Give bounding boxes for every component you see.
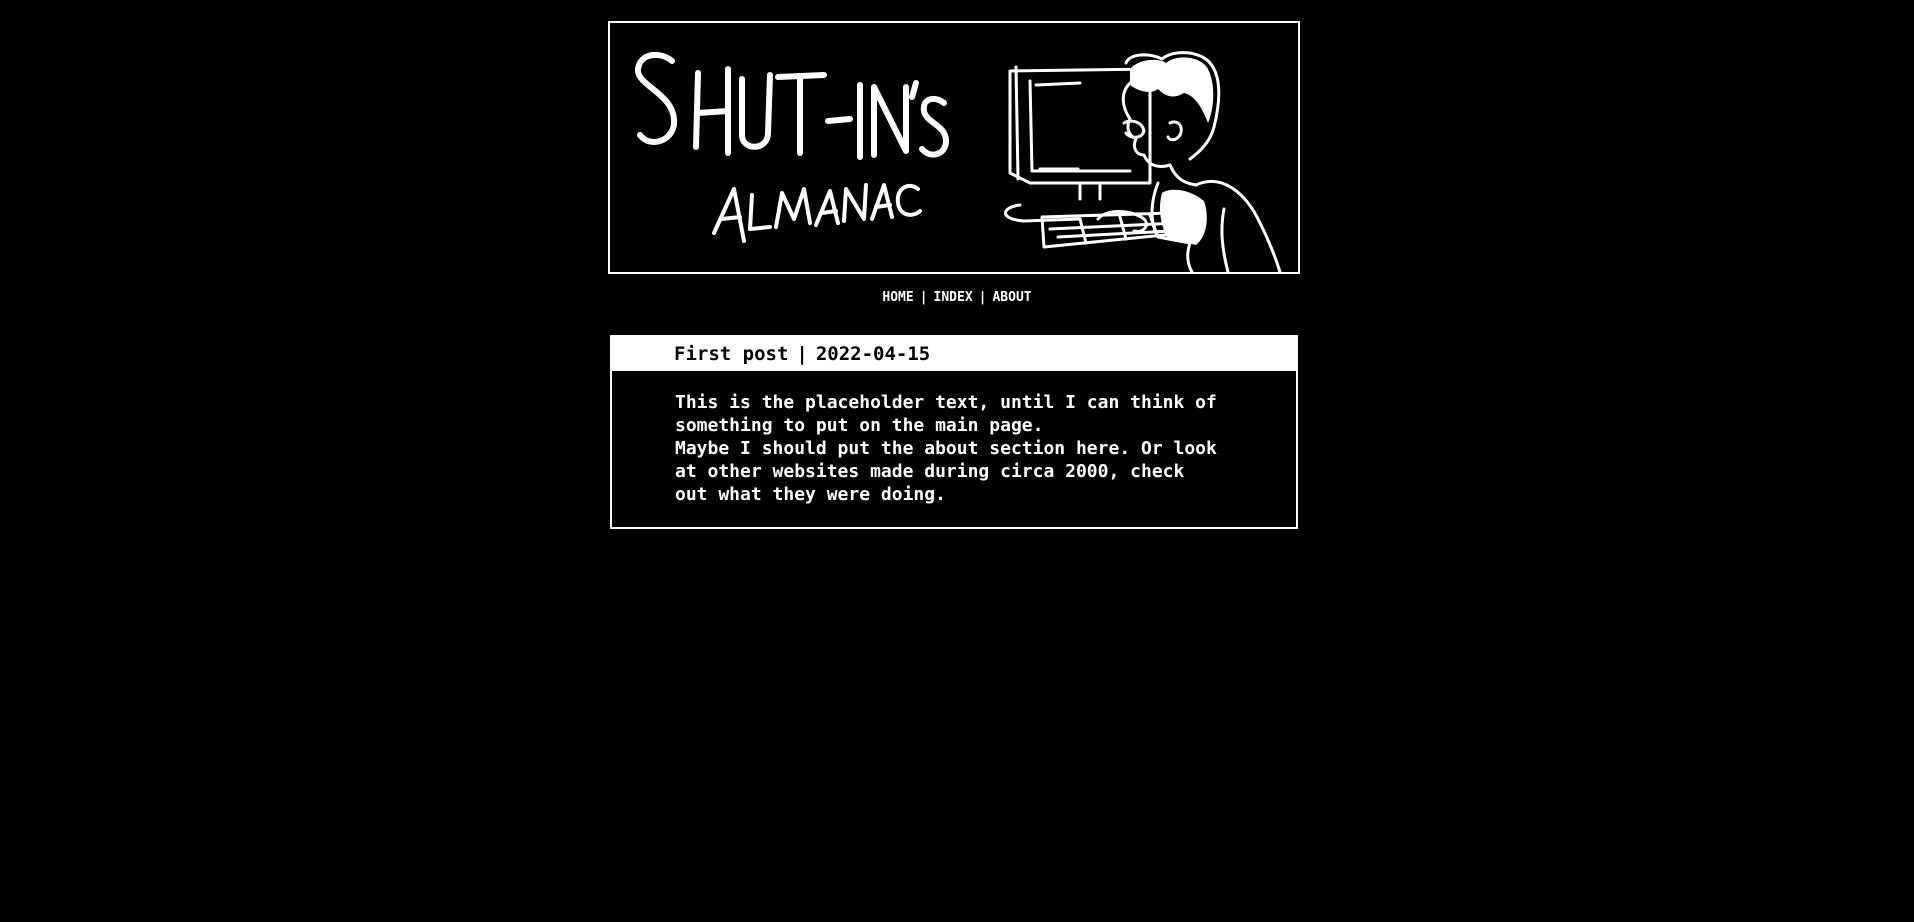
post-header-separator: |	[796, 343, 808, 365]
main-nav: HOME | INDEX | ABOUT	[0, 290, 1914, 305]
banner-monitor	[1004, 65, 1186, 249]
post-title: First post	[674, 343, 789, 365]
post-body: This is the placeholder text, until I ca…	[612, 371, 1296, 506]
nav-separator: |	[978, 290, 987, 305]
post-date: 2022-04-15	[815, 343, 931, 365]
site-banner	[608, 21, 1300, 274]
banner-person-hair-fill	[1130, 57, 1214, 123]
banner-person-sleeve-fill	[1160, 189, 1207, 245]
post-header: First post | 2022-04-15	[612, 337, 1296, 371]
page: HOME | INDEX | ABOUT First post | 2022-04-15 T…	[0, 0, 1914, 922]
nav-about-link[interactable]: ABOUT	[992, 290, 1031, 305]
post-paragraph: This is the placeholder text, until I ca…	[675, 392, 1217, 436]
nav-index-link[interactable]: INDEX	[934, 290, 973, 305]
banner-illustration	[635, 51, 1282, 272]
nav-separator: |	[919, 290, 928, 305]
banner-logo-subtitle	[712, 183, 922, 243]
post-paragraph: Maybe I should put the about section her…	[675, 438, 1217, 505]
blog-post: First post | 2022-04-15 This is the placeh…	[610, 335, 1298, 529]
nav-home-link[interactable]: HOME	[882, 290, 913, 305]
banner-logo-title	[635, 51, 949, 160]
